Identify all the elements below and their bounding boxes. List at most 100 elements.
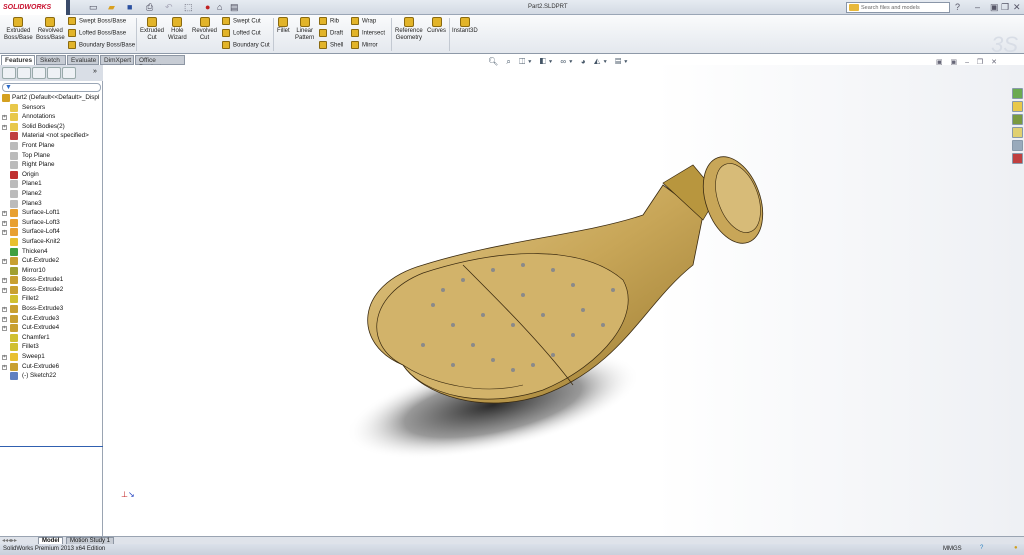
undo-icon[interactable]: ↶ xyxy=(165,2,175,12)
expand-toggle[interactable]: + xyxy=(2,259,7,265)
tree-item[interactable]: + Solid Bodies(2) xyxy=(0,122,103,132)
cmd-reference-geometry-button[interactable]: Reference Geometry xyxy=(395,17,423,42)
unit-system-selector[interactable]: MMGS xyxy=(943,546,962,552)
display-manager-tab-icon[interactable] xyxy=(62,67,76,79)
open-icon[interactable]: ▰ xyxy=(108,2,118,12)
expand-toggle[interactable]: + xyxy=(2,211,7,217)
tree-item[interactable]: Front Plane xyxy=(0,141,103,151)
tree-item[interactable]: + Cut-Extrude3 xyxy=(0,314,103,324)
search-input[interactable]: Search files and models xyxy=(846,2,950,13)
help-icon[interactable]: ? xyxy=(955,2,960,12)
cmd-lofted-boss-base-button[interactable]: Lofted Boss/Base xyxy=(68,29,126,37)
expand-toggle[interactable]: + xyxy=(2,220,7,226)
tree-item[interactable]: Top Plane xyxy=(0,151,103,161)
tree-item[interactable]: + Surface-Loft4 xyxy=(0,227,103,237)
cmd-extruded-cut-button[interactable]: Extruded Cut xyxy=(140,17,164,42)
expand-toggle[interactable]: + xyxy=(2,278,7,284)
appearances-icon[interactable] xyxy=(1012,140,1023,151)
cmd-instant3d-button[interactable]: Instant3D xyxy=(452,17,478,35)
rebuild-icon[interactable]: ● xyxy=(205,2,215,12)
tree-item[interactable]: + Annotations xyxy=(0,112,103,122)
tree-item[interactable]: + Cut-Extrude4 xyxy=(0,323,103,333)
tree-item[interactable]: + Surface-Loft1 xyxy=(0,208,103,218)
cmd-lofted-cut-button[interactable]: Lofted Cut xyxy=(222,29,261,37)
tree-item[interactable]: Right Plane xyxy=(0,160,103,170)
cmd-linear-pattern-button[interactable]: Linear Pattern xyxy=(295,17,314,42)
expand-chevron-icon[interactable]: » xyxy=(93,68,97,75)
expand-toggle[interactable]: + xyxy=(2,230,7,236)
cmd-swept-boss-base-button[interactable]: Swept Boss/Base xyxy=(68,17,126,25)
property-manager-tab-icon[interactable] xyxy=(17,67,31,79)
file-properties-icon[interactable]: ⌂ xyxy=(217,2,227,12)
tree-root[interactable]: Part2 (Default<<Default>_Displ xyxy=(0,93,103,103)
file-explorer-icon[interactable] xyxy=(1012,114,1023,125)
tree-item[interactable]: Chamfer1 xyxy=(0,333,103,343)
expand-toggle[interactable]: + xyxy=(2,316,7,322)
minimize-button[interactable]: – xyxy=(975,2,980,12)
tree-item[interactable]: + Cut-Extrude2 xyxy=(0,256,103,266)
cmd-extruded-boss-base-button[interactable]: Extruded Boss/Base xyxy=(4,17,33,42)
cmd-hole-wizard-button[interactable]: Hole Wizard xyxy=(168,17,187,42)
tree-item[interactable]: Material <not specified> xyxy=(0,131,103,141)
cmd-boundary-cut-button[interactable]: Boundary Cut xyxy=(222,41,270,49)
cmd-shell-button[interactable]: Shell xyxy=(319,41,343,49)
model-render[interactable] xyxy=(103,65,1024,536)
tab-evaluate[interactable]: Evaluate xyxy=(67,55,99,65)
tree-item[interactable]: Plane2 xyxy=(0,189,103,199)
cmd-curves-button[interactable]: Curves xyxy=(427,17,446,35)
tree-item[interactable]: Plane1 xyxy=(0,179,103,189)
configuration-manager-tab-icon[interactable] xyxy=(32,67,46,79)
save-icon[interactable]: ■ xyxy=(127,2,137,12)
cmd-revolved-boss-base-button[interactable]: Revolved Boss/Base xyxy=(36,17,65,42)
expand-toggle[interactable]: + xyxy=(2,355,7,361)
tree-item[interactable]: Fillet2 xyxy=(0,294,103,304)
cmd-fillet-button[interactable]: Fillet xyxy=(277,17,290,35)
expand-toggle[interactable]: + xyxy=(2,326,7,332)
tab-scroll-arrows[interactable]: ◂◂◂▸▸ xyxy=(2,537,17,544)
tab-features[interactable]: Features xyxy=(1,55,35,65)
cmd-mirror-button[interactable]: Mirror xyxy=(351,41,378,49)
select-icon[interactable]: ⬚ xyxy=(184,2,194,12)
tab-dimxpert[interactable]: DimXpert xyxy=(100,55,134,65)
tree-item[interactable]: Sensors xyxy=(0,103,103,113)
tree-item[interactable]: + Cut-Extrude6 xyxy=(0,362,103,372)
view-palette-icon[interactable] xyxy=(1012,127,1023,138)
custom-properties-icon[interactable] xyxy=(1012,153,1023,164)
new-icon[interactable]: ▭ xyxy=(89,2,99,12)
dimxpert-manager-tab-icon[interactable] xyxy=(47,67,61,79)
menu-expand-arrow[interactable] xyxy=(66,0,70,15)
tree-item[interactable]: + Boss-Extrude2 xyxy=(0,285,103,295)
tree-item[interactable]: + Boss-Extrude1 xyxy=(0,275,103,285)
tree-item[interactable]: + Boss-Extrude3 xyxy=(0,304,103,314)
tree-item[interactable]: + Sweep1 xyxy=(0,352,103,362)
cmd-boundary-boss-base-button[interactable]: Boundary Boss/Base xyxy=(68,41,135,49)
print-icon[interactable]: ⎙ xyxy=(146,2,156,12)
tree-filter-input[interactable]: ▼ xyxy=(2,83,101,92)
design-library-icon[interactable] xyxy=(1012,101,1023,112)
restore-button[interactable]: ❐ xyxy=(1001,2,1009,13)
tree-item[interactable]: Mirror10 xyxy=(0,266,103,276)
cmd-intersect-button[interactable]: Intersect xyxy=(351,29,385,37)
tree-item[interactable]: Plane3 xyxy=(0,199,103,209)
expand-toggle[interactable]: + xyxy=(2,287,7,293)
tree-item[interactable]: Fillet3 xyxy=(0,342,103,352)
tree-item[interactable]: Thicken4 xyxy=(0,247,103,257)
maximize-button[interactable]: ▣ xyxy=(990,2,999,13)
tab-office-products[interactable]: Office Products xyxy=(135,55,185,71)
resources-icon[interactable] xyxy=(1012,88,1023,99)
tab-sketch[interactable]: Sketch xyxy=(36,55,66,65)
rollback-bar[interactable] xyxy=(0,446,103,447)
solidworks-logo[interactable]: SOLIDWORKS xyxy=(0,0,66,15)
tree-item[interactable]: Surface-Knit2 xyxy=(0,237,103,247)
expand-toggle[interactable]: + xyxy=(2,307,7,313)
expand-toggle[interactable]: + xyxy=(2,364,7,370)
feature-manager-tab-icon[interactable] xyxy=(2,67,16,79)
cmd-draft-button[interactable]: Draft xyxy=(319,29,343,37)
tree-item[interactable]: Origin xyxy=(0,170,103,180)
close-button[interactable]: ✕ xyxy=(1013,2,1021,13)
help-status-icon[interactable]: ? xyxy=(980,545,983,551)
graphics-area[interactable]: ▣ ▣ – ❐ ✕ 🔍︎ ⌕ ◫▾ ◧▾ ∞▾ ◕ ◭▾ ▤▾ ⊥↘ xyxy=(103,57,1024,536)
cmd-swept-cut-button[interactable]: Swept Cut xyxy=(222,17,261,25)
options-icon[interactable]: ▤ xyxy=(230,2,240,12)
expand-toggle[interactable]: + xyxy=(2,124,7,130)
